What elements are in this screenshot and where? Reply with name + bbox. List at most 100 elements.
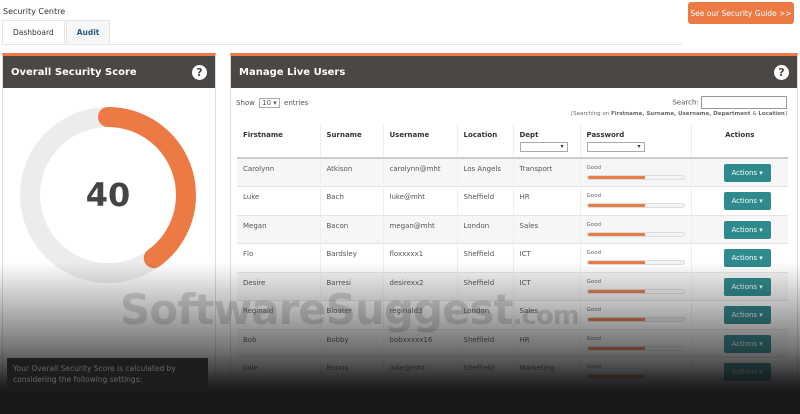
cell-surname: Bacon bbox=[320, 214, 384, 244]
cell-location: Los Angels bbox=[457, 157, 514, 187]
users-panel-title: Manage Live Users bbox=[239, 66, 346, 78]
password-strength-fill bbox=[587, 176, 646, 179]
col-location: Location bbox=[457, 123, 514, 159]
cell-username: bobxxxxx16 bbox=[383, 328, 458, 358]
cell-username: floxxxxx1 bbox=[383, 243, 458, 272]
cell-location: Sheffield bbox=[457, 357, 514, 386]
cell-dept: HR bbox=[513, 328, 581, 358]
col-username[interactable]: Username bbox=[383, 123, 458, 159]
entries-label: entries bbox=[284, 99, 309, 107]
password-strength-label: Good bbox=[586, 307, 601, 313]
actions-label: Actions bbox=[731, 169, 758, 177]
cell-password: Good bbox=[580, 328, 692, 358]
table-row: Flo Bardsley floxxxxx1 Sheffield ICT Goo… bbox=[237, 243, 788, 272]
search-control: Search: bbox=[672, 96, 787, 109]
password-label: Password bbox=[586, 131, 625, 139]
actions-dropdown-button[interactable]: Actions ▾ bbox=[723, 249, 771, 267]
password-strength-label: Good bbox=[586, 335, 601, 342]
cell-actions: Actions ▾ bbox=[691, 271, 788, 301]
cell-firstname: Reginald bbox=[237, 300, 321, 329]
cell-actions: Actions ▾ bbox=[691, 157, 788, 187]
table-row: Carolynn Atkison carolynn@mht Los Angels… bbox=[237, 157, 788, 187]
actions-dropdown-button[interactable]: Actions ▾ bbox=[723, 277, 771, 296]
cell-dept: Marketing bbox=[513, 357, 581, 386]
show-label: Show bbox=[236, 99, 255, 107]
password-strength-bar bbox=[586, 175, 685, 180]
password-strength-fill bbox=[587, 261, 646, 264]
password-strength-fill bbox=[587, 204, 646, 207]
cell-firstname: Megan bbox=[237, 214, 321, 244]
password-strength-fill bbox=[587, 289, 646, 293]
cell-location: Sheffield bbox=[457, 328, 514, 358]
hint-suffix: ] bbox=[784, 111, 787, 117]
cell-surname: Bach bbox=[320, 186, 384, 215]
search-input[interactable] bbox=[701, 96, 787, 109]
password-strength-label: Good bbox=[586, 221, 601, 228]
entries-select[interactable]: 10 ▾ bbox=[259, 98, 280, 108]
col-surname[interactable]: Surname bbox=[320, 123, 384, 159]
password-strength-fill bbox=[587, 346, 646, 350]
hint-prefix: [Searching on bbox=[571, 111, 611, 117]
cell-location: Sheffield bbox=[457, 243, 514, 272]
col-dept: Dept ▾ bbox=[513, 123, 581, 159]
password-strength-label: Good bbox=[586, 193, 601, 199]
cell-username: julie@mht bbox=[383, 357, 458, 386]
cell-dept: ICT bbox=[513, 243, 581, 272]
table-row: Bob Bobby bobxxxxx16 Sheffield HR Good A… bbox=[237, 328, 788, 358]
actions-dropdown-button[interactable]: Actions ▾ bbox=[723, 192, 771, 210]
top-bar: Security Centre Dashboard Audit See our … bbox=[0, 0, 800, 46]
cell-location: Sheffield bbox=[457, 271, 514, 301]
col-firstname[interactable]: Firstname bbox=[237, 123, 321, 159]
tab-bar: Dashboard Audit bbox=[2, 20, 682, 45]
help-icon[interactable]: ? bbox=[192, 64, 207, 80]
table-row: Reginald Bloater reginald3 London Sales … bbox=[237, 300, 788, 329]
dept-filter-select[interactable]: ▾ bbox=[519, 142, 568, 152]
cell-username: megan@mht bbox=[383, 214, 458, 244]
password-strength-fill bbox=[587, 375, 646, 378]
users-panel-header: Manage Live Users ? bbox=[231, 56, 797, 88]
entries-value: 10 bbox=[262, 99, 272, 107]
app-title: Security Centre bbox=[3, 7, 66, 16]
score-panel-header: Overall Security Score ? bbox=[3, 56, 215, 88]
actions-dropdown-button[interactable]: Actions ▾ bbox=[723, 220, 771, 239]
help-icon[interactable]: ? bbox=[774, 64, 789, 80]
actions-dropdown-button[interactable]: Actions ▾ bbox=[723, 334, 771, 353]
tab-dashboard[interactable]: Dashboard bbox=[2, 20, 65, 44]
cell-dept: ICT bbox=[513, 271, 581, 301]
col-password: Password ▾ bbox=[580, 123, 692, 159]
cell-username: luke@mht bbox=[383, 186, 458, 215]
cell-actions: Actions ▾ bbox=[691, 186, 788, 215]
security-guide-button[interactable]: See our Security Guide >> bbox=[688, 2, 794, 24]
cell-actions: Actions ▾ bbox=[691, 243, 788, 272]
search-label: Search: bbox=[672, 98, 699, 107]
actions-dropdown-button[interactable]: Actions ▾ bbox=[723, 164, 771, 182]
hint-fields: Firstname, Surname, Username, Department bbox=[610, 111, 751, 117]
cell-surname: Bloater bbox=[320, 300, 384, 329]
table-row: Megan Bacon megan@mht London Sales Good … bbox=[237, 214, 788, 244]
table-row: Julie Bonus julie@mht Sheffield Marketin… bbox=[237, 357, 788, 386]
cell-actions: Actions ▾ bbox=[691, 214, 788, 244]
password-strength-fill bbox=[587, 318, 646, 321]
score-panel-title: Overall Security Score bbox=[11, 66, 137, 78]
cell-location: London bbox=[457, 214, 514, 244]
users-table: Firstname Surname Username Location Dept… bbox=[237, 123, 788, 386]
password-filter-select[interactable]: ▾ bbox=[586, 142, 645, 152]
cell-password: Good bbox=[580, 357, 692, 386]
actions-dropdown-button[interactable]: Actions ▾ bbox=[723, 363, 771, 381]
tab-audit[interactable]: Audit bbox=[65, 20, 111, 44]
cell-password: Good bbox=[580, 271, 692, 301]
password-strength-bar bbox=[586, 345, 685, 351]
cell-dept: Transport bbox=[513, 157, 581, 187]
password-strength-bar bbox=[586, 231, 685, 237]
cell-surname: Bonus bbox=[320, 357, 384, 386]
cell-dept: HR bbox=[513, 186, 581, 215]
score-value: 40 bbox=[85, 176, 131, 214]
entries-control: Show 10 ▾ entries bbox=[236, 98, 308, 108]
actions-dropdown-button[interactable]: Actions ▾ bbox=[723, 306, 771, 324]
cell-surname: Atkison bbox=[320, 157, 384, 187]
cell-surname: Barresi bbox=[320, 271, 384, 301]
cell-username: reginald3 bbox=[383, 300, 458, 329]
cell-password: Good bbox=[580, 300, 692, 329]
dept-label: Dept bbox=[519, 131, 539, 139]
cell-surname: Bardsley bbox=[320, 243, 384, 272]
